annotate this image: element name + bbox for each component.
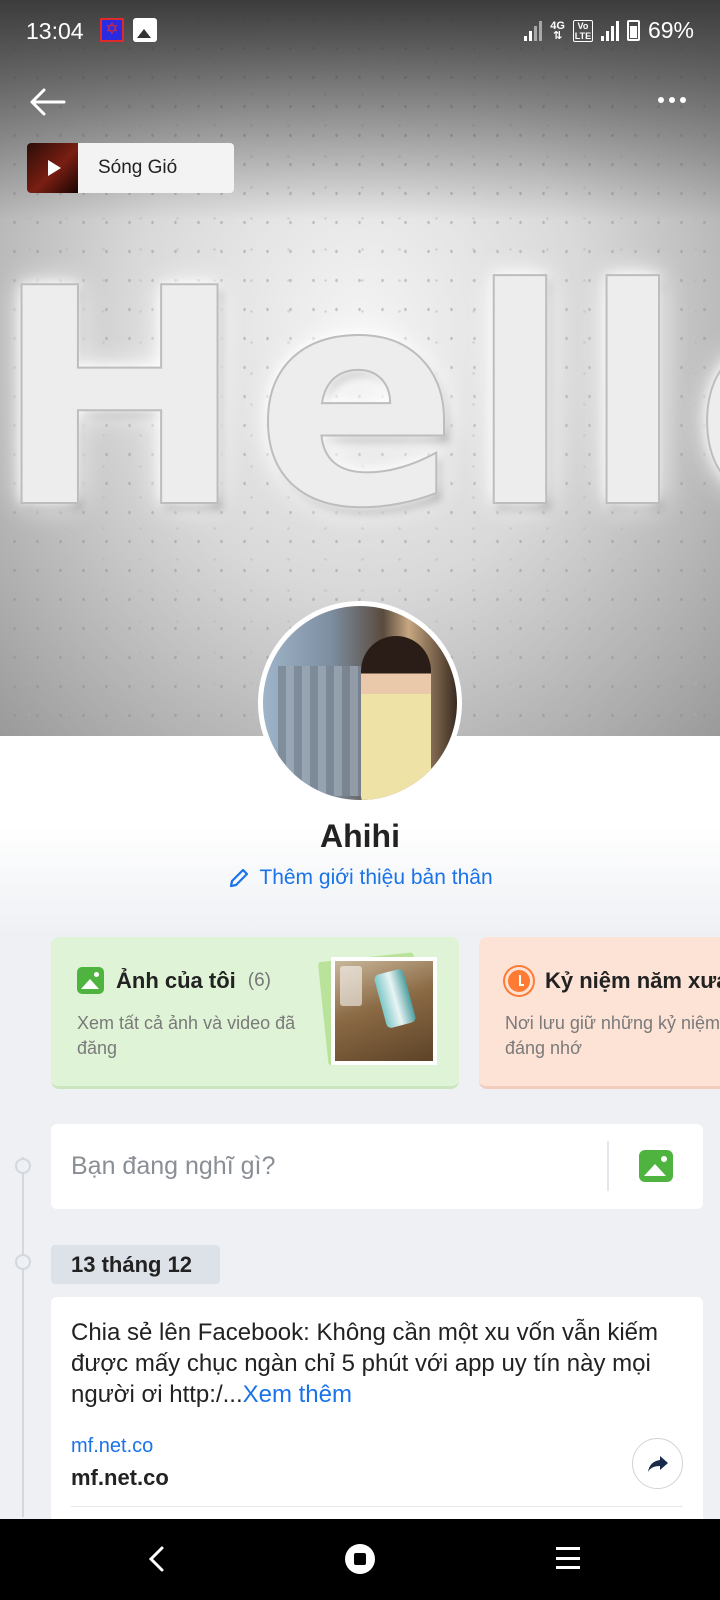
timeline-dot [15,1254,31,1270]
post-link-domain[interactable]: mf.net.co [71,1435,153,1458]
add-photo-icon[interactable] [639,1150,673,1182]
share-button[interactable] [632,1438,683,1489]
battery-icon [626,20,640,41]
profile-name: Ahihi [320,818,400,854]
nav-home-button[interactable] [345,1544,375,1574]
more-options-button[interactable] [658,90,694,110]
network-type: 4G ⇅ [550,19,565,42]
my-photos-card[interactable]: Ảnh của tôi (6) Xem tất cả ảnh và video … [51,937,459,1089]
app-notification-icon: ✡ [100,18,124,42]
more-dots-icon [658,97,664,103]
menu-icon [556,1547,580,1550]
battery-level: 69% [647,17,694,43]
chevron-left-icon [148,1546,164,1572]
timeline-date: 13 tháng 12 [51,1245,220,1284]
post-text: Chia sẻ lên Facebook: Không cần một xu v… [71,1317,671,1410]
play-icon[interactable] [27,143,78,193]
memories-header: Kỷ niệm năm xưa [505,967,720,995]
post-body: Chia sẻ lên Facebook: Không cần một xu v… [71,1319,658,1408]
memories-subtitle: Nơi lưu giữ những kỷ niệm đáng nhớ [505,1013,720,1058]
avatar[interactable] [258,601,462,805]
status-time: 13:04 [26,18,84,44]
back-button[interactable] [28,86,68,118]
composer-placeholder[interactable]: Bạn đang nghĩ gì? [71,1152,275,1181]
memories-title: Kỷ niệm năm xưa [545,968,720,993]
status-composer[interactable]: Bạn đang nghĩ gì? [51,1124,703,1209]
nav-recents-button[interactable] [556,1547,580,1569]
my-photos-count: (6) [247,969,272,991]
profile-music-player[interactable]: Sóng Gió [27,143,234,193]
share-icon [647,1455,668,1472]
memories-card[interactable]: Kỷ niệm năm xưa Nơi lưu giữ những kỷ niệ… [479,937,720,1089]
timeline-dot [15,1158,31,1174]
avatar-photo [263,606,457,800]
system-nav-bar [0,1519,720,1600]
image-icon [77,967,104,994]
post-link-title[interactable]: mf.net.co [71,1465,169,1491]
my-photos-title: Ảnh của tôi [116,967,236,993]
my-photos-header: Ảnh của tôi (6) [77,967,271,994]
signal-icon [524,20,543,41]
arrow-left-icon [30,88,66,116]
signal-icon-2 [600,20,619,41]
my-photos-thumbnail [331,957,437,1065]
cover-sign-text: Hello! [0,225,720,574]
timeline-line [22,1157,24,1517]
nav-back-button[interactable] [145,1545,169,1573]
my-photos-subtitle: Xem tất cả ảnh và video đã đăng [77,1013,296,1058]
clock-icon [505,967,533,995]
gallery-notification-icon [133,18,157,42]
timeline-post[interactable]: Chia sẻ lên Facebook: Không cần một xu v… [51,1297,703,1527]
add-bio-label: Thêm giới thiệu bản thân [259,866,493,889]
volte-indicator: Vo LTE [572,19,593,42]
add-bio-link[interactable]: Thêm giới thiệu bản thân [0,866,720,890]
status-bar: 13:04 ✡ 4G ⇅ Vo LTE 69% [0,0,720,62]
pencil-icon [230,868,249,888]
see-more-link[interactable]: Xem thêm [243,1381,352,1408]
music-title: Sóng Gió [98,157,178,178]
